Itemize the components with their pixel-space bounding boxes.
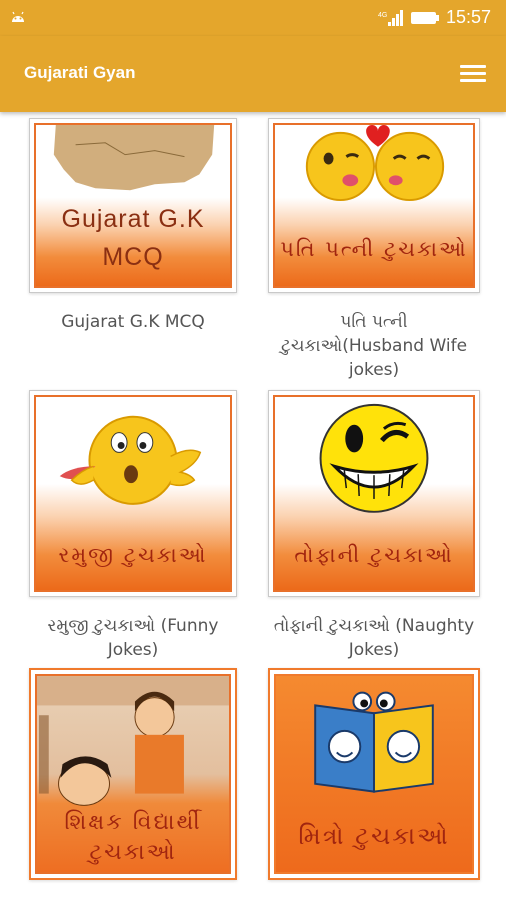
tile-title-line1: Gujarat G.K [61, 205, 205, 233]
svg-text:4G: 4G [378, 12, 387, 19]
tile-title-line1: શિક્ષક વિદ્યાર્થી [64, 810, 202, 835]
tile-title-line2: ટુચકાઓ [89, 840, 177, 865]
tile-title: પતિ પત્ની ટુચકાઓ [280, 237, 468, 261]
tile-funny-jokes[interactable]: રમુજી ટુચકાઓ [29, 390, 237, 597]
tile-gujarat-gk-mcq[interactable]: Gujarat G.K MCQ [29, 118, 237, 293]
caption-naughty-jokes: તોફાની ટુચકાઓ (Naughty Jokes) [273, 616, 475, 660]
tile-title: તોફાની ટુચકાઓ [294, 543, 454, 567]
app-bar: Gujarati Gyan [0, 36, 506, 112]
tile-husband-wife-jokes[interactable]: પતિ પત્ની ટુચકાઓ [268, 118, 480, 293]
caption-husband-wife-jokes: પતિ પત્ની ટુચકાઓ(Husband Wife jokes) [280, 312, 468, 380]
tile-title: રમુજી ટુચકાઓ [58, 543, 208, 567]
tile-friends-jokes[interactable]: મિત્રો ટુચકાઓ [268, 668, 480, 880]
battery-icon [411, 12, 439, 24]
tile-teacher-student-jokes[interactable]: શિક્ષક વિદ્યાર્થી ટુચકાઓ [29, 668, 237, 880]
android-icon [12, 11, 24, 22]
caption-funny-jokes: રમુજી ટુચકાઓ (Funny Jokes) [47, 616, 219, 660]
tile-title: મિત્રો ટુચકાઓ [298, 822, 450, 850]
caption-gujarat-gk-mcq: Gujarat G.K MCQ [61, 312, 205, 332]
tile-title-line2: MCQ [102, 243, 164, 271]
status-time: 15:57 [446, 7, 492, 27]
app-title: Gujarati Gyan [24, 63, 136, 82]
tile-naughty-jokes[interactable]: તોફાની ટુચકાઓ [268, 390, 480, 597]
status-bar: 4G 15:57 [0, 0, 506, 36]
hamburger-menu-icon[interactable] [456, 62, 490, 86]
signal-icon: 4G [378, 10, 403, 26]
